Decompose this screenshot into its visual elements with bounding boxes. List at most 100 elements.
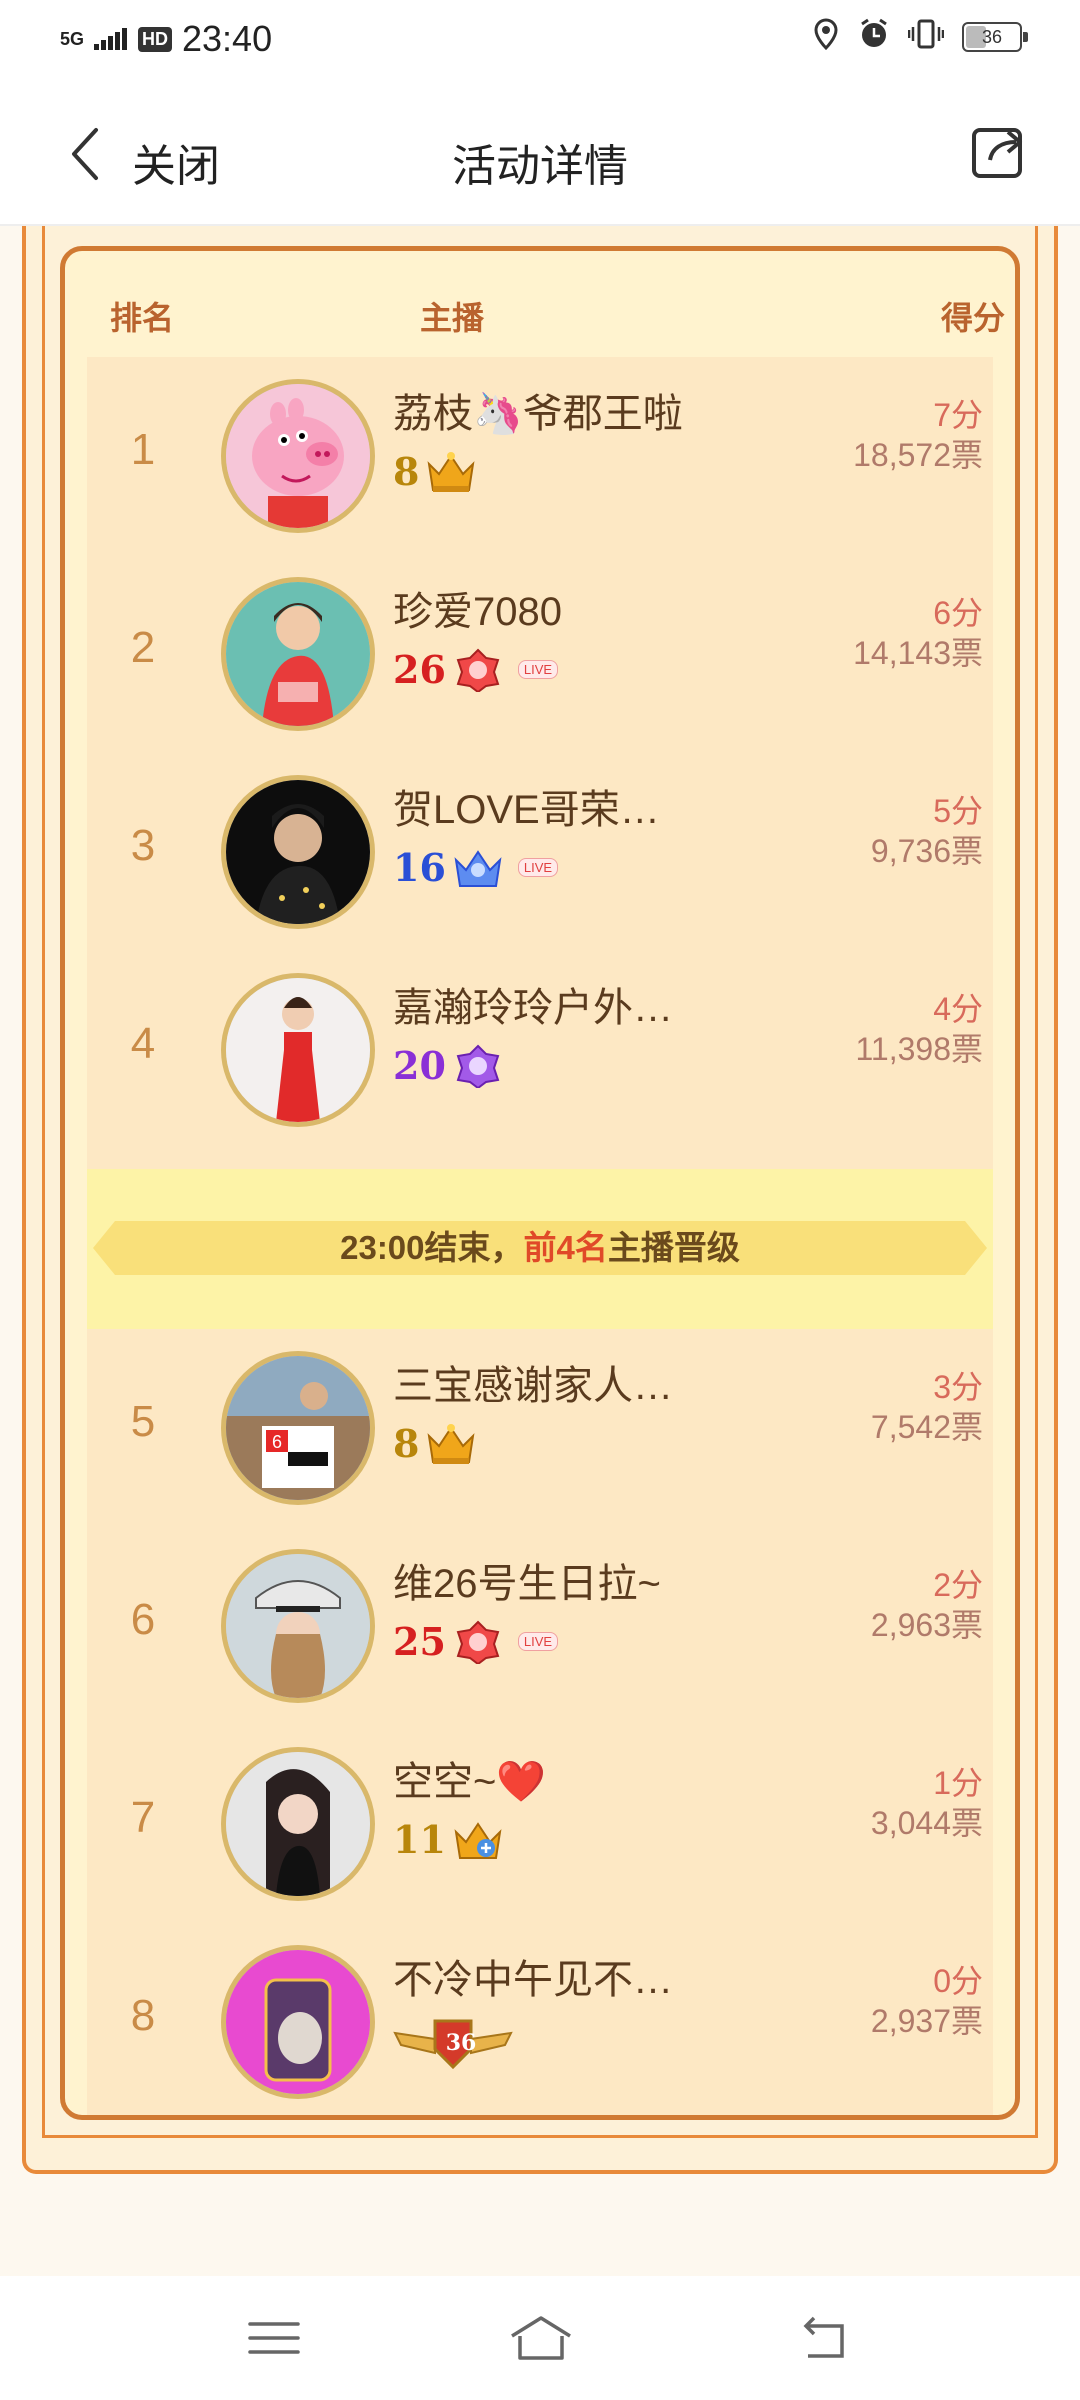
signal-icon: [94, 20, 128, 59]
table-row[interactable]: 2 珍爱7080 26 LIVE 6分 14,143票: [87, 555, 993, 753]
column-host: 主播: [420, 300, 485, 336]
rank-number: 8: [130, 1991, 156, 2040]
score-points: 4分: [933, 991, 983, 1027]
promotion-divider: 23:00结束，前4名主播晋级: [87, 1169, 993, 1329]
vote-count: 14,143票: [853, 635, 983, 671]
score-points: 2分: [933, 1567, 983, 1603]
svg-text:6: 6: [272, 1432, 282, 1452]
host-name: 维26号生日拉~: [393, 1562, 661, 1606]
table-row[interactable]: 6 维26号生日拉~ 25 LIVE 2分 2,963票: [87, 1527, 993, 1725]
table-header: 排名 主播 得分: [65, 251, 1015, 357]
score-points: 0分: [933, 1963, 983, 1999]
score: 6分 14,143票: [853, 593, 983, 673]
promotion-banner: 23:00结束，前4名主播晋级: [93, 1221, 987, 1275]
host-name: 荔枝🦄爷郡王啦: [393, 392, 683, 436]
column-rank: 排名: [110, 300, 175, 336]
red-gem-badge-icon: [452, 1620, 504, 1665]
level-number: 36: [445, 2030, 477, 2056]
vote-count: 7,542票: [870, 1409, 983, 1445]
status-bar: 5G HD 23:40 36: [0, 0, 1080, 84]
avatar[interactable]: [221, 379, 375, 533]
rank-number: 5: [130, 1397, 156, 1446]
blue-crown-icon: [452, 846, 504, 890]
host-name: 不冷中午见不…: [393, 1958, 673, 2002]
back-nav-icon[interactable]: [794, 2312, 854, 2364]
table-row[interactable]: 8 不冷中午见不… 36 0分 2,937票: [87, 1923, 993, 2115]
avatar[interactable]: [221, 577, 375, 731]
vibrate-icon: [907, 19, 945, 54]
home-icon[interactable]: [506, 2312, 576, 2364]
rank-number: 7: [130, 1793, 156, 1842]
host-name: 贺LOVE哥荣…: [393, 788, 660, 832]
live-badge: LIVE: [517, 1632, 559, 1651]
rank-number: 3: [130, 821, 156, 870]
live-badge: LIVE: [517, 858, 559, 877]
score-points: 6分: [933, 595, 983, 631]
rank-number: 4: [130, 1019, 156, 1068]
host-level: 26 LIVE: [393, 647, 559, 693]
avatar[interactable]: [221, 1945, 375, 2099]
table-row[interactable]: 1 荔枝🦄爷郡王啦 8 7分 18,572票: [87, 357, 993, 555]
hd-badge: HD: [138, 26, 173, 52]
level-number: 25: [393, 1619, 446, 1664]
avatar[interactable]: 6: [221, 1351, 375, 1505]
crown-icon: [425, 450, 477, 494]
host-level: 20: [393, 1043, 504, 1089]
score-points: 3分: [933, 1369, 983, 1405]
rank-number: 1: [130, 425, 156, 474]
table-row[interactable]: 5 6 三宝感谢家人… 8 3分 7,542票: [87, 1329, 993, 1527]
page-title: 活动详情: [452, 142, 628, 191]
network-indicator: 5G: [60, 29, 85, 49]
score: 7分 18,572票: [853, 395, 983, 475]
level-number: 8: [393, 1421, 420, 1466]
host-level: 11: [393, 1817, 504, 1862]
level-number: 20: [393, 1043, 446, 1088]
host-level: 16 LIVE: [393, 845, 559, 890]
plus-crown-icon: [452, 1818, 504, 1862]
host-name: 珍爱7080: [393, 590, 562, 634]
score: 4分 11,398票: [855, 989, 983, 1069]
host-level: 8: [393, 1421, 477, 1466]
table-row[interactable]: 7 空空~❤️ 11 1分 3,044票: [87, 1725, 993, 1923]
table-row[interactable]: 3 贺LOVE哥荣… 16 LIVE 5分 9,736票: [87, 753, 993, 951]
avatar[interactable]: [221, 1549, 375, 1703]
crown-icon: [425, 1422, 477, 1466]
score: 3分 7,542票: [871, 1367, 983, 1447]
banner-highlight: 前4名: [523, 1229, 608, 1266]
host-level: 36: [393, 2015, 513, 2071]
live-badge: LIVE: [517, 660, 559, 679]
rank-number: 2: [130, 623, 156, 672]
alarm-icon: [858, 18, 890, 55]
vote-count: 2,937票: [870, 2003, 983, 2039]
avatar[interactable]: [221, 1747, 375, 1901]
avatar[interactable]: [221, 973, 375, 1127]
host-name: 空空~❤️: [393, 1760, 547, 1804]
score: 1分 3,044票: [871, 1763, 983, 1843]
purple-gem-badge-icon: [452, 1044, 504, 1089]
vote-count: 3,044票: [870, 1805, 983, 1841]
menu-icon[interactable]: [244, 2312, 304, 2364]
score-points: 5分: [933, 793, 983, 829]
share-icon[interactable]: [970, 122, 1028, 180]
ranking-list-top: 1 荔枝🦄爷郡王啦 8 7分 18,572票 2 珍爱7080 26 LIVE …: [87, 357, 993, 1169]
ranking-list-rest: 5 6 三宝感谢家人… 8 3分 7,542票 6 维26号生日拉~ 25 LI…: [87, 1329, 993, 2115]
clock: 23:40: [182, 18, 273, 59]
host-level: 25 LIVE: [393, 1619, 559, 1665]
level-number: 26: [393, 647, 446, 692]
vote-count: 11,398票: [855, 1031, 983, 1067]
score-points: 7分: [933, 397, 983, 433]
host-name: 嘉瀚玲玲户外…: [393, 986, 673, 1030]
level-number: 16: [393, 845, 446, 890]
avatar[interactable]: [221, 775, 375, 929]
score-points: 1分: [933, 1765, 983, 1801]
title-bar: 关闭 活动详情: [0, 84, 1080, 226]
score: 2分 2,963票: [871, 1565, 983, 1645]
rank-number: 6: [130, 1595, 156, 1644]
host-name: 三宝感谢家人…: [393, 1364, 673, 1408]
level-number: 8: [393, 449, 420, 494]
table-row[interactable]: 4 嘉瀚玲玲户外… 20 4分 11,398票: [87, 951, 993, 1149]
column-score: 得分: [940, 300, 1005, 336]
battery-indicator: 36: [962, 21, 1028, 52]
leaderboard: 排名 主播 得分 1 荔枝🦄爷郡王啦 8 7分 18,572票 2 珍爱7080…: [60, 246, 1020, 2120]
score: 0分 2,937票: [871, 1961, 983, 2041]
